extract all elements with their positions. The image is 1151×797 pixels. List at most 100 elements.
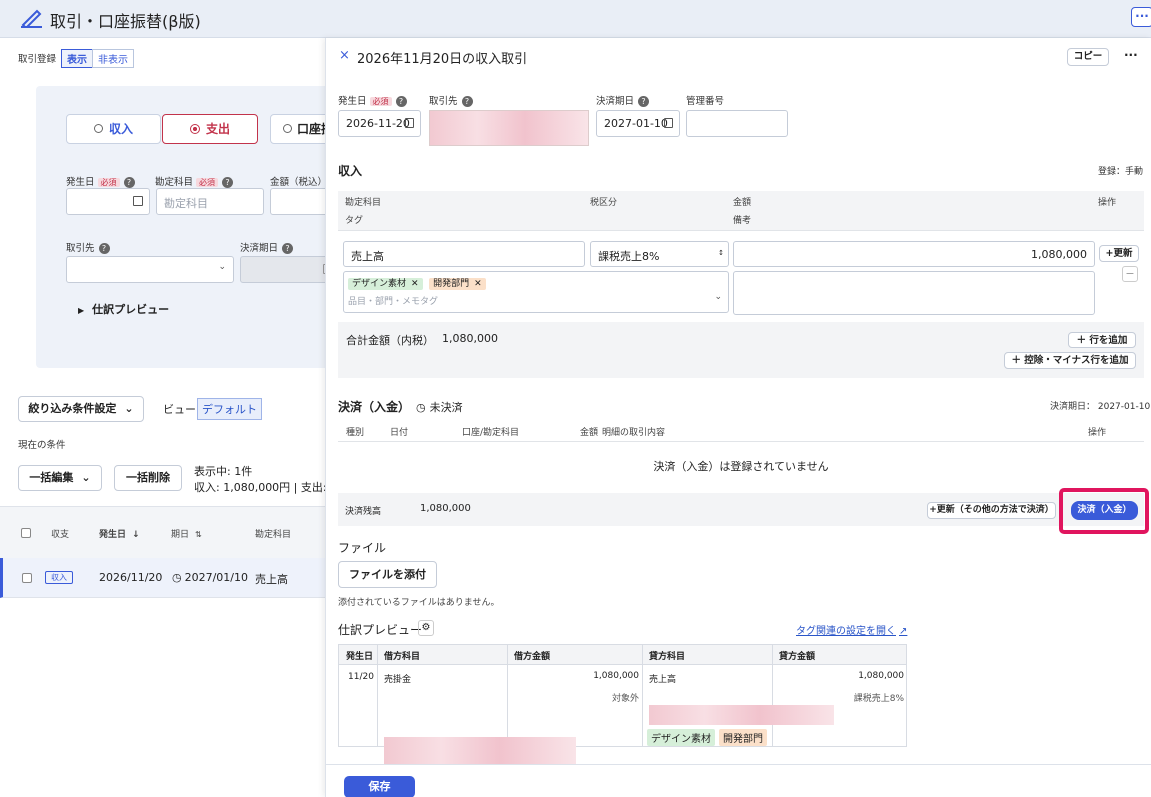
calendar-icon: [405, 118, 414, 128]
th-action: 操作: [1098, 198, 1117, 208]
page-title: 取引・口座振替(β版): [50, 12, 201, 31]
amount-label: 金額（税込）: [270, 177, 325, 188]
sort-icon: ⇅: [195, 530, 202, 539]
showing-count: 表示中: 1件: [194, 465, 253, 478]
calendar-icon: [664, 118, 673, 128]
row-date: 2026/11/20: [99, 571, 163, 584]
save-button[interactable]: 保存: [344, 776, 415, 797]
col-due[interactable]: 期日 ⇅: [171, 527, 202, 540]
st-date: 日付: [390, 428, 409, 438]
th-tax: 税区分: [590, 198, 618, 208]
bulk-edit-button[interactable]: 一括編集 ⌄: [18, 465, 102, 491]
partner-label: 取引先?: [429, 93, 473, 107]
jp-col-cr-account: 貸方科目: [649, 652, 686, 662]
clock-icon: ◷: [416, 401, 426, 414]
jp-dr-tax: 対象外: [611, 694, 639, 704]
st-account: 口座/勘定科目: [462, 428, 520, 438]
help-icon: ?: [98, 243, 110, 254]
copy-button[interactable]: コピー: [1067, 48, 1109, 66]
line-update-button[interactable]: +更新: [1099, 245, 1139, 262]
jp-cr-redacted: [649, 705, 834, 725]
close-icon[interactable]: ×: [339, 48, 350, 63]
income-section-title: 収入: [338, 164, 363, 178]
select-arrows-icon: ↕: [718, 249, 724, 257]
app-header: 取引・口座振替(β版) ···: [0, 0, 1151, 38]
calendar-icon: [133, 196, 143, 206]
partner-select[interactable]: ⌄: [66, 256, 234, 283]
more-menu-button[interactable]: ···: [1131, 7, 1151, 27]
minus-icon[interactable]: −: [1122, 266, 1138, 282]
unsettled-status: ◷ 未決済: [416, 401, 463, 414]
gear-icon[interactable]: ⚙: [418, 620, 434, 636]
help-icon: ?: [123, 177, 135, 188]
jp-dr-amount: 1,080,000: [593, 671, 639, 681]
help-icon: ?: [282, 243, 294, 254]
more-icon[interactable]: ···: [1124, 48, 1138, 62]
col-account[interactable]: 勘定科目: [255, 527, 291, 540]
no-settlement-message: 決済（入金）は登録されていません: [653, 460, 829, 473]
memo-textarea[interactable]: [733, 271, 1095, 315]
attach-file-button[interactable]: ファイルを添付: [338, 561, 437, 588]
chevron-down-icon: ⌄: [124, 402, 134, 415]
partner-label: 取引先?: [66, 240, 110, 254]
line-account-input[interactable]: 売上高: [343, 241, 585, 267]
close-icon: ✕: [474, 279, 482, 289]
account-input[interactable]: 勘定科目: [156, 188, 264, 215]
show-toggle[interactable]: 表示: [61, 49, 93, 68]
plus-icon: ＋: [1076, 335, 1090, 346]
due-date-input[interactable]: [240, 256, 325, 283]
col-kind[interactable]: 収支: [51, 527, 69, 540]
journal-preview-title: 仕訳プレビュー: [338, 623, 423, 637]
jp-col-cr-amount: 貸方金額: [779, 652, 816, 662]
issue-date-input[interactable]: 2026-11-20: [338, 110, 421, 137]
col-date[interactable]: 発生日 ↓: [99, 527, 140, 540]
due-date-input[interactable]: 2027-01-10: [596, 110, 680, 137]
jp-col-dr-amount: 借方金額: [514, 652, 551, 662]
plus-icon: ＋: [1011, 355, 1025, 366]
pen-logo-icon: [21, 9, 42, 28]
type-income-radio[interactable]: 収入: [66, 114, 161, 144]
add-row-button[interactable]: ＋ 行を追加: [1068, 332, 1136, 348]
row-checkbox[interactable]: [22, 573, 32, 583]
mgmt-number-input[interactable]: [686, 110, 788, 137]
tag-input[interactable]: デザイン素材 ✕ 開発部門 ✕ 品目・部門・メモタグ ⌄: [343, 271, 729, 313]
th-memo: 備考: [733, 216, 752, 226]
settle-payment-button[interactable]: 決済（入金）: [1071, 501, 1138, 520]
footer-bar: [326, 764, 1151, 797]
table-row[interactable]: 収入 2026/11/20 ◷ 2027/01/10 売上高: [0, 558, 325, 598]
jp-tag-chip: デザイン素材: [647, 729, 715, 746]
amount-input[interactable]: [270, 188, 325, 215]
update-other-method-button[interactable]: +更新（その他の方法で決済）: [927, 502, 1056, 519]
type-expense-radio[interactable]: 支出: [162, 114, 258, 144]
help-icon: ?: [461, 96, 473, 107]
income-total-row: 合計金額（内税） 1,080,000: [338, 322, 1144, 378]
settlement-due: 決済期日： 2027-01-10: [1050, 402, 1151, 412]
balance-value: 1,080,000: [420, 503, 471, 514]
add-deduction-row-button[interactable]: ＋ 控除・マイナス行を追加: [1004, 352, 1136, 369]
th-account: 勘定科目: [345, 198, 382, 208]
tag-chip: 開発部門 ✕: [429, 278, 486, 290]
radio-empty-icon: [93, 124, 103, 133]
line-amount-input[interactable]: 1,080,000: [733, 241, 1095, 267]
transaction-list-pane: 取引登録 表示 非表示 収入 支出 口座振 発生日必須? 勘定科目必須? 金額（…: [0, 38, 325, 797]
chevron-down-icon: ⌄: [714, 292, 722, 302]
jp-dr-account: 売掛金: [384, 675, 412, 685]
close-icon: ✕: [411, 279, 419, 289]
select-all-checkbox[interactable]: [21, 528, 31, 538]
journal-preview-toggle[interactable]: ▶ 仕訳プレビュー: [78, 301, 169, 317]
settlement-table-header: 種別 日付 口座/勘定科目 金額 明細の取引内容 操作: [338, 421, 1144, 442]
partner-input-redacted[interactable]: [429, 110, 589, 146]
line-tax-select[interactable]: 課税売上8% ↕: [590, 241, 729, 267]
tag-settings-link[interactable]: タグ関連の設定を開く ↗: [796, 622, 907, 637]
filter-button[interactable]: 絞り込み条件設定 ⌄: [18, 396, 144, 422]
row-account: 売上高: [255, 573, 288, 586]
income-table-header: 勘定科目 税区分 金額 操作 タグ 備考: [338, 191, 1144, 231]
issue-date-input[interactable]: [66, 188, 150, 215]
chevron-down-icon: ⌄: [218, 262, 226, 272]
chevron-down-icon: ⌄: [81, 471, 91, 484]
hide-toggle[interactable]: 非表示: [92, 49, 134, 68]
view-selector[interactable]: デフォルト: [197, 398, 262, 420]
type-transfer-radio[interactable]: 口座振: [270, 114, 325, 144]
bulk-delete-button[interactable]: 一括削除: [114, 465, 182, 491]
total-label: 合計金額（内税）: [346, 334, 434, 347]
